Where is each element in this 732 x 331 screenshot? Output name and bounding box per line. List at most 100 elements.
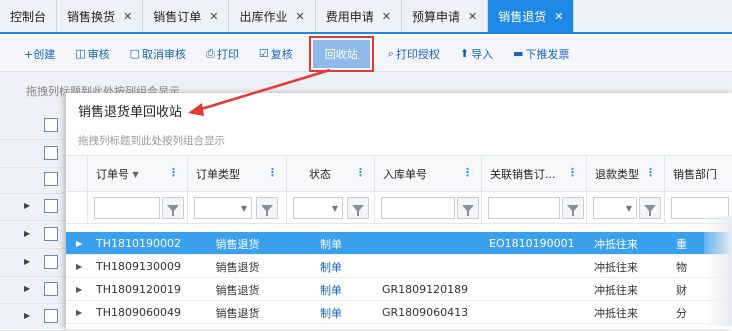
- cell-inbound-no: GR1809120189: [382, 283, 469, 296]
- checkbox[interactable]: [44, 172, 58, 186]
- recycle-bin-dialog: 销售退货单回收站 拖拽列标题到此处按列组合显示 订单号 ▼ ⋮ 订单类型 ⋮ 状态 ⋮…: [66, 93, 732, 329]
- expand-icon[interactable]: ▶: [24, 201, 30, 210]
- column-header-refund-type[interactable]: 退款类型 ⋮: [587, 156, 665, 192]
- print-button[interactable]: ⎙ 打印: [206, 46, 239, 62]
- checkbox[interactable]: [44, 282, 58, 296]
- background-row: ▶: [0, 276, 66, 304]
- recheck-button[interactable]: ☑ 复核: [259, 46, 293, 62]
- close-icon[interactable]: ✕: [468, 10, 477, 23]
- expand-icon[interactable]: ▶: [76, 285, 82, 294]
- cell-refund-type: 冲抵往来: [594, 260, 638, 274]
- cell-related-order: [489, 278, 587, 301]
- expand-icon[interactable]: ▶: [24, 284, 30, 293]
- column-menu-icon[interactable]: ⋮: [462, 166, 473, 179]
- expand-icon[interactable]: ▶: [24, 311, 30, 320]
- close-icon[interactable]: ✕: [209, 10, 218, 23]
- column-header-sales-dept[interactable]: 销售部门: [665, 156, 732, 192]
- filter-icon[interactable]: [639, 197, 661, 219]
- column-menu-icon[interactable]: ⋮: [567, 166, 578, 179]
- cell-order-type: 销售退货: [215, 260, 260, 274]
- filter-order-type-select[interactable]: ▼: [194, 197, 252, 219]
- expand-icon[interactable]: ▶: [76, 239, 82, 248]
- column-header-inbound-no[interactable]: 入库单号 ⋮: [375, 156, 482, 192]
- expand-icon[interactable]: ▶: [76, 308, 82, 317]
- checkbox[interactable]: [44, 118, 58, 132]
- column-header-order-no[interactable]: 订单号 ▼ ⋮: [88, 156, 188, 192]
- tab-label: 控制台: [10, 9, 47, 24]
- create-label: +创建: [24, 47, 56, 61]
- import-icon: ⬆: [459, 47, 470, 60]
- tab-sales-exchange[interactable]: 销售换货 ✕: [57, 0, 144, 32]
- cancel-audit-label: 取消审核: [142, 47, 187, 61]
- close-icon[interactable]: ✕: [296, 10, 305, 23]
- column-menu-icon[interactable]: ⋮: [267, 166, 278, 179]
- close-icon[interactable]: ✕: [382, 10, 391, 23]
- checkbox[interactable]: [44, 146, 58, 160]
- column-menu-icon[interactable]: ⋮: [645, 166, 656, 179]
- recheck-label: 复核: [270, 47, 293, 61]
- sort-icon[interactable]: ▼: [133, 170, 139, 179]
- filter-icon[interactable]: [256, 197, 278, 219]
- column-label: 入库单号: [383, 168, 427, 181]
- filter-related-order-input[interactable]: [488, 197, 560, 219]
- expand-icon[interactable]: ▶: [76, 262, 82, 271]
- tab-label: 出库作业: [239, 9, 288, 24]
- tab-budget-request[interactable]: 预算申请 ✕: [402, 0, 489, 32]
- tab-sales-return[interactable]: 销售退货 ✕: [488, 0, 575, 32]
- tab-outbound[interactable]: 出库作业 ✕: [229, 0, 316, 32]
- tab-expense-request[interactable]: 费用申请 ✕: [316, 0, 402, 32]
- filter-order-no-input[interactable]: [94, 197, 160, 219]
- cell-related-order: [489, 255, 587, 278]
- cell-status: 制单: [320, 237, 342, 251]
- tab-console[interactable]: 控制台: [0, 0, 58, 32]
- table-row[interactable]: ▶ TH1810190002 销售退货 制单 EO1810190001 冲抵往来…: [66, 232, 732, 255]
- column-header-related-order[interactable]: 关联销售订... ⋮: [482, 156, 587, 192]
- tab-label: 销售订单: [153, 9, 202, 24]
- filter-inbound-no-input[interactable]: [381, 197, 455, 219]
- tab-sales-order[interactable]: 销售订单 ✕: [143, 0, 230, 32]
- checkbox[interactable]: [44, 255, 58, 269]
- filter-icon[interactable]: [457, 197, 479, 219]
- table-row[interactable]: ▶ TH1809120019 销售退货 制单 GR1809120189 冲抵往来…: [66, 278, 732, 301]
- checkbox[interactable]: [44, 309, 58, 323]
- column-menu-icon[interactable]: ⋮: [355, 166, 366, 179]
- filter-icon[interactable]: [562, 197, 584, 219]
- close-icon[interactable]: ✕: [554, 10, 563, 23]
- cell-related-order: [489, 301, 587, 324]
- checkbox[interactable]: [44, 227, 58, 241]
- filter-refund-type-select[interactable]: ▼: [593, 197, 637, 219]
- column-header-order-type[interactable]: 订单类型 ⋮: [188, 156, 287, 192]
- filter-icon[interactable]: [347, 197, 369, 219]
- expand-icon[interactable]: ▶: [24, 229, 30, 238]
- print-auth-label: 打印授权: [395, 47, 440, 61]
- column-menu-icon[interactable]: ⋮: [168, 166, 179, 179]
- group-by-hint: 拖拽列标题到此处按列组合显示: [78, 135, 225, 147]
- import-button[interactable]: ⬆ 导入: [460, 46, 493, 62]
- print-label: 打印: [216, 47, 239, 61]
- close-icon[interactable]: ✕: [123, 10, 132, 23]
- create-button[interactable]: +创建: [24, 46, 55, 62]
- filter-cell: [88, 192, 188, 224]
- table-row[interactable]: ▶ TH1809130009 销售退货 制单 冲抵往来 物: [66, 255, 732, 278]
- column-label: 关联销售订...: [490, 168, 556, 181]
- cell-status: 制单: [320, 306, 342, 320]
- cell-refund-type: 冲抵往来: [594, 306, 638, 320]
- cell-order-no: TH1810190002: [96, 237, 181, 250]
- filter-icon[interactable]: [162, 197, 184, 219]
- audit-button[interactable]: ◫ 审核: [75, 46, 109, 62]
- print-auth-button[interactable]: ⌕ 打印授权: [388, 46, 440, 62]
- cell-inbound-no: [382, 255, 482, 278]
- toolbar: +创建 ◫ 审核 ▢ 取消审核 ⎙ 打印 ☑ 复核 回收站 ⌕ 打印授权 ⬆ 导入 ▬ 下推发…: [0, 35, 732, 72]
- document-icon: ▬: [513, 47, 524, 60]
- expand-icon[interactable]: ▶: [24, 257, 30, 266]
- tab-label: 费用申请: [325, 9, 374, 24]
- print-icon: ⎙: [206, 46, 215, 60]
- filter-status-select[interactable]: ▼: [293, 197, 343, 219]
- table-row[interactable]: ▶ TH1809060049 销售退货 制单 GR1809060413 冲抵往来…: [66, 301, 732, 324]
- cancel-audit-button[interactable]: ▢ 取消审核: [130, 46, 186, 62]
- recycle-bin-button[interactable]: 回收站: [308, 35, 374, 72]
- checkbox[interactable]: [44, 199, 58, 213]
- push-invoice-button[interactable]: ▬ 下推发票: [513, 46, 569, 62]
- recycle-label: 回收站: [324, 47, 358, 61]
- column-header-status[interactable]: 状态 ⋮: [287, 156, 375, 192]
